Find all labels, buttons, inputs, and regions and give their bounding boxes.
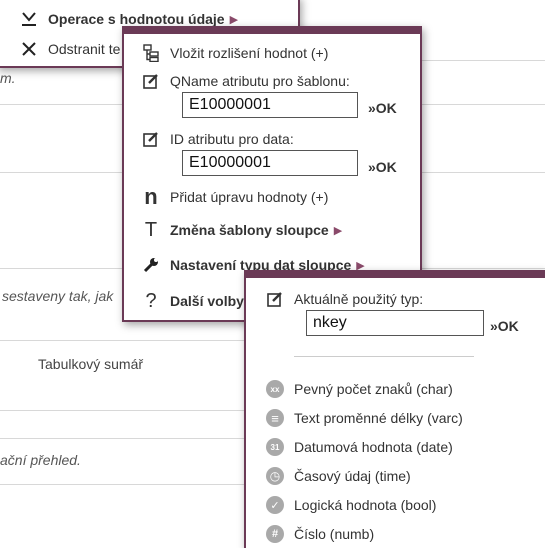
menu-accent-bar: [124, 28, 420, 34]
type-item-varc[interactable]: ≡ Text proměnné délky (varc): [266, 409, 463, 427]
bg-text-sestaveny: sestaveny tak, jak: [2, 288, 114, 304]
bg-text-m: m.: [0, 70, 16, 86]
menu-item-vlozit-label: Vložit rozlišení hodnot (+): [170, 45, 329, 61]
qname-ok-button[interactable]: »OK: [368, 100, 397, 116]
n-icon: n: [144, 184, 158, 209]
menu-item-pridat[interactable]: n Přidat úpravu hodnoty (+): [140, 184, 329, 209]
type-item-numb-label: Číslo (numb): [294, 526, 375, 542]
separator: [294, 356, 474, 357]
text-t-icon: T: [144, 218, 158, 241]
menu-item-odstranit[interactable]: Odstranit te: [18, 38, 120, 60]
qname-input[interactable]: [182, 92, 358, 118]
id-row: ID atributu pro data:: [140, 128, 294, 150]
menu-accent-bar: [246, 272, 545, 278]
edit-icon: [264, 288, 286, 310]
check-down-icon: [18, 8, 40, 30]
menu-item-vlozit[interactable]: Vložit rozlišení hodnot (+): [140, 42, 328, 64]
type-ok-button[interactable]: »OK: [490, 318, 519, 334]
type-input[interactable]: [306, 310, 484, 336]
bg-text-sumar: Tabulkový sumář: [38, 356, 144, 372]
type-item-char-label: Pevný počet znaků (char): [294, 381, 453, 397]
menu-item-dalsi-label: Další volby: [170, 293, 244, 309]
current-type-row: Aktuálně použitý typ:: [264, 288, 423, 310]
type-item-time[interactable]: ◷ Časový údaj (time): [266, 467, 411, 485]
menu-item-odstranit-label: Odstranit te: [48, 41, 121, 57]
char-icon: xx: [266, 380, 284, 398]
submenu-arrow-icon: ▶: [333, 224, 343, 237]
calendar-icon: 31: [266, 438, 284, 456]
qname-label: QName atributu pro šablonu:: [170, 73, 350, 89]
type-item-time-label: Časový údaj (time): [294, 468, 411, 484]
menu-item-pridat-label: Přidat úpravu hodnoty (+): [170, 189, 329, 205]
question-icon: ?: [145, 289, 157, 312]
edit-icon: [140, 128, 162, 150]
hierarchy-icon: [140, 42, 162, 64]
qname-row: QName atributu pro šablonu:: [140, 70, 350, 92]
edit-icon: [140, 70, 162, 92]
type-item-varc-label: Text proměnné délky (varc): [294, 410, 463, 426]
menu-item-zmena[interactable]: T Změna šablony sloupce ▶: [140, 219, 342, 241]
type-item-numb[interactable]: # Číslo (numb): [266, 525, 374, 543]
wrench-icon: [140, 254, 162, 276]
menu-item-zmena-label: Změna šablony sloupce: [170, 222, 329, 238]
type-item-date[interactable]: 31 Datumová hodnota (date): [266, 438, 453, 456]
type-item-bool-label: Logická hodnota (bool): [294, 497, 437, 513]
id-label: ID atributu pro data:: [170, 131, 294, 147]
type-item-char[interactable]: xx Pevný počet znaků (char): [266, 380, 453, 398]
menu-item-operace-label: Operace s hodnotou údaje: [48, 11, 225, 27]
text-lines-icon: ≡: [266, 409, 284, 427]
close-icon: [18, 38, 40, 60]
check-icon: ✓: [266, 496, 284, 514]
menu-item-dalsi[interactable]: ? Další volby: [140, 289, 244, 312]
submenu-arrow-icon: ▶: [229, 13, 239, 26]
hash-icon: #: [266, 525, 284, 543]
id-input[interactable]: [182, 150, 358, 176]
bg-text-prehled: ační přehled.: [0, 452, 81, 468]
data-type-menu: Aktuálně použitý typ: »OK xx Pevný počet…: [244, 270, 545, 548]
type-item-date-label: Datumová hodnota (date): [294, 439, 453, 455]
type-item-bool[interactable]: ✓ Logická hodnota (bool): [266, 496, 436, 514]
id-ok-button[interactable]: »OK: [368, 159, 397, 175]
current-type-label: Aktuálně použitý typ:: [294, 291, 424, 307]
clock-icon: ◷: [266, 467, 284, 485]
